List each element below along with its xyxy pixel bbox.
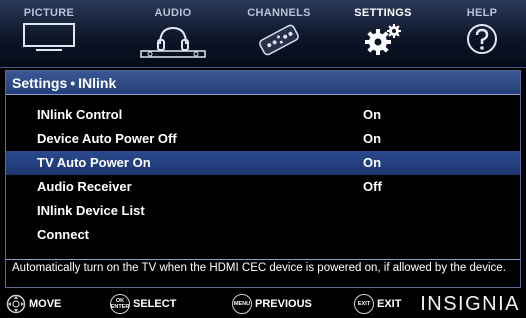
exit-button-icon: EXIT [354, 294, 374, 314]
hint-exit: EXIT EXIT [354, 294, 401, 314]
breadcrumb-section: Settings [12, 75, 68, 91]
hint-select-label: SELECT [133, 298, 177, 310]
menu-item-inlink-control[interactable]: INlink Control On [6, 103, 520, 127]
hint-previous: MENU PREVIOUS [232, 294, 312, 314]
menu-item-label: INlink Control [37, 107, 123, 122]
breadcrumb: Settings • INlink [6, 71, 520, 95]
menu-item-tv-auto-power-on[interactable]: TV Auto Power On On [6, 151, 520, 175]
hint-move-label: MOVE [29, 298, 62, 310]
settings-panel: Settings • INlink INlink Control On Device… [5, 70, 521, 288]
tab-help-label: HELP [466, 7, 498, 19]
tab-channels[interactable]: CHANNELS [238, 0, 320, 68]
dpad-icon [6, 294, 26, 314]
hint-previous-label: PREVIOUS [255, 298, 312, 310]
headphones-speaker-icon [140, 26, 206, 58]
menu-item-label: Connect [37, 227, 89, 242]
menu-item-value: On [363, 107, 382, 122]
gear-icon [365, 24, 401, 55]
tab-audio[interactable]: AUDIO [132, 0, 214, 68]
top-menu-tabs: PICTURE AUDIO CHANNELS SETTINGS HELP [0, 0, 526, 68]
hint-exit-label: EXIT [377, 298, 402, 310]
tab-channels-label: CHANNELS [247, 7, 311, 19]
menu-item-value: On [363, 131, 382, 146]
tab-settings[interactable]: SETTINGS [342, 0, 424, 68]
ok-enter-button-icon: OK ENTER [110, 294, 130, 314]
menu-item-label: Audio Receiver [37, 179, 132, 194]
menu-item-label: INlink Device List [37, 203, 145, 218]
help-description: Automatically turn on the TV when the HD… [6, 259, 520, 288]
menu-item-value: On [363, 155, 382, 170]
menu-item-audio-receiver[interactable]: Audio Receiver Off [6, 175, 520, 199]
menu-item-connect[interactable]: Connect [6, 223, 520, 247]
menu-item-label: TV Auto Power On [37, 155, 151, 170]
tv-icon [23, 23, 75, 51]
menu-item-inlink-device-list[interactable]: INlink Device List [6, 199, 520, 223]
breadcrumb-page: INlink [78, 75, 117, 91]
hint-select: OK ENTER SELECT [110, 294, 176, 314]
brand-logo: INSIGNIA [420, 293, 520, 315]
tab-picture[interactable]: PICTURE [8, 0, 90, 68]
menu-button-icon: MENU [232, 294, 252, 314]
breadcrumb-separator: • [70, 75, 76, 91]
tab-picture-label: PICTURE [23, 7, 75, 19]
menu-list: INlink Control On Device Auto Power Off … [6, 103, 520, 247]
menu-item-device-auto-power-off[interactable]: Device Auto Power Off On [6, 127, 520, 151]
menu-item-value: Off [363, 179, 382, 194]
tab-settings-label: SETTINGS [354, 7, 412, 19]
hint-move: MOVE [6, 294, 61, 314]
menu-item-label: Device Auto Power Off [37, 131, 177, 146]
remote-icon [259, 24, 299, 56]
question-mark-icon [467, 24, 497, 54]
tab-help[interactable]: HELP [446, 0, 518, 68]
footer-button-hints: MOVE OK ENTER SELECT MENU PREVIOUS EXIT … [0, 290, 526, 318]
tab-audio-label: AUDIO [154, 7, 192, 19]
